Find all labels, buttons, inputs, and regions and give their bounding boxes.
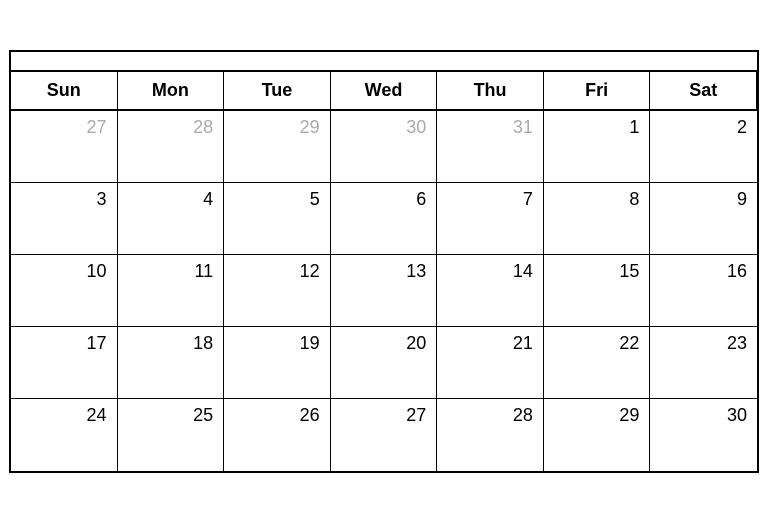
day-number: 19 [230, 331, 324, 354]
day-cell[interactable]: 27 [11, 111, 118, 183]
day-number: 3 [17, 187, 111, 210]
day-number: 23 [656, 331, 751, 354]
day-cell[interactable]: 14 [437, 255, 544, 327]
day-cell[interactable]: 25 [118, 399, 225, 471]
day-number: 31 [443, 115, 537, 138]
day-cell[interactable]: 23 [650, 327, 757, 399]
day-header-sat: Sat [650, 72, 757, 111]
day-header-thu: Thu [437, 72, 544, 111]
day-cell[interactable]: 5 [224, 183, 331, 255]
day-number: 28 [443, 403, 537, 426]
day-cell[interactable]: 16 [650, 255, 757, 327]
day-cell[interactable]: 29 [544, 399, 651, 471]
day-cell[interactable]: 24 [11, 399, 118, 471]
day-number: 28 [124, 115, 218, 138]
day-header-wed: Wed [331, 72, 438, 111]
calendar: SunMonTueWedThuFriSat2728293031123456789… [9, 50, 759, 473]
day-header-tue: Tue [224, 72, 331, 111]
day-cell[interactable]: 30 [650, 399, 757, 471]
day-cell[interactable]: 31 [437, 111, 544, 183]
day-cell[interactable]: 4 [118, 183, 225, 255]
day-header-mon: Mon [118, 72, 225, 111]
calendar-grid: SunMonTueWedThuFriSat2728293031123456789… [11, 72, 757, 471]
day-cell[interactable]: 17 [11, 327, 118, 399]
day-number: 24 [17, 403, 111, 426]
day-cell[interactable]: 19 [224, 327, 331, 399]
day-cell[interactable]: 12 [224, 255, 331, 327]
day-number: 20 [337, 331, 431, 354]
day-cell[interactable]: 27 [331, 399, 438, 471]
day-cell[interactable]: 28 [437, 399, 544, 471]
day-number: 16 [656, 259, 751, 282]
day-number: 30 [337, 115, 431, 138]
day-cell[interactable]: 28 [118, 111, 225, 183]
day-number: 8 [550, 187, 644, 210]
day-number: 30 [656, 403, 751, 426]
day-number: 25 [124, 403, 218, 426]
day-number: 2 [656, 115, 751, 138]
day-cell[interactable]: 30 [331, 111, 438, 183]
day-cell[interactable]: 20 [331, 327, 438, 399]
day-cell[interactable]: 18 [118, 327, 225, 399]
day-cell[interactable]: 29 [224, 111, 331, 183]
day-number: 29 [550, 403, 644, 426]
day-cell[interactable]: 3 [11, 183, 118, 255]
day-number: 18 [124, 331, 218, 354]
day-cell[interactable]: 22 [544, 327, 651, 399]
day-number: 27 [337, 403, 431, 426]
day-number: 15 [550, 259, 644, 282]
day-number: 9 [656, 187, 751, 210]
day-cell[interactable]: 10 [11, 255, 118, 327]
day-cell[interactable]: 8 [544, 183, 651, 255]
day-number: 7 [443, 187, 537, 210]
day-cell[interactable]: 9 [650, 183, 757, 255]
day-cell[interactable]: 1 [544, 111, 651, 183]
day-number: 27 [17, 115, 111, 138]
day-cell[interactable]: 15 [544, 255, 651, 327]
day-number: 1 [550, 115, 644, 138]
day-number: 12 [230, 259, 324, 282]
day-number: 11 [124, 259, 218, 282]
day-number: 29 [230, 115, 324, 138]
day-cell[interactable]: 21 [437, 327, 544, 399]
day-number: 22 [550, 331, 644, 354]
day-header-fri: Fri [544, 72, 651, 111]
day-number: 14 [443, 259, 537, 282]
day-cell[interactable]: 6 [331, 183, 438, 255]
day-number: 17 [17, 331, 111, 354]
day-number: 4 [124, 187, 218, 210]
day-number: 21 [443, 331, 537, 354]
day-cell[interactable]: 13 [331, 255, 438, 327]
day-cell[interactable]: 2 [650, 111, 757, 183]
day-number: 10 [17, 259, 111, 282]
day-cell[interactable]: 11 [118, 255, 225, 327]
day-header-sun: Sun [11, 72, 118, 111]
day-number: 13 [337, 259, 431, 282]
day-number: 26 [230, 403, 324, 426]
calendar-title [11, 52, 757, 72]
day-cell[interactable]: 26 [224, 399, 331, 471]
day-cell[interactable]: 7 [437, 183, 544, 255]
day-number: 6 [337, 187, 431, 210]
day-number: 5 [230, 187, 324, 210]
